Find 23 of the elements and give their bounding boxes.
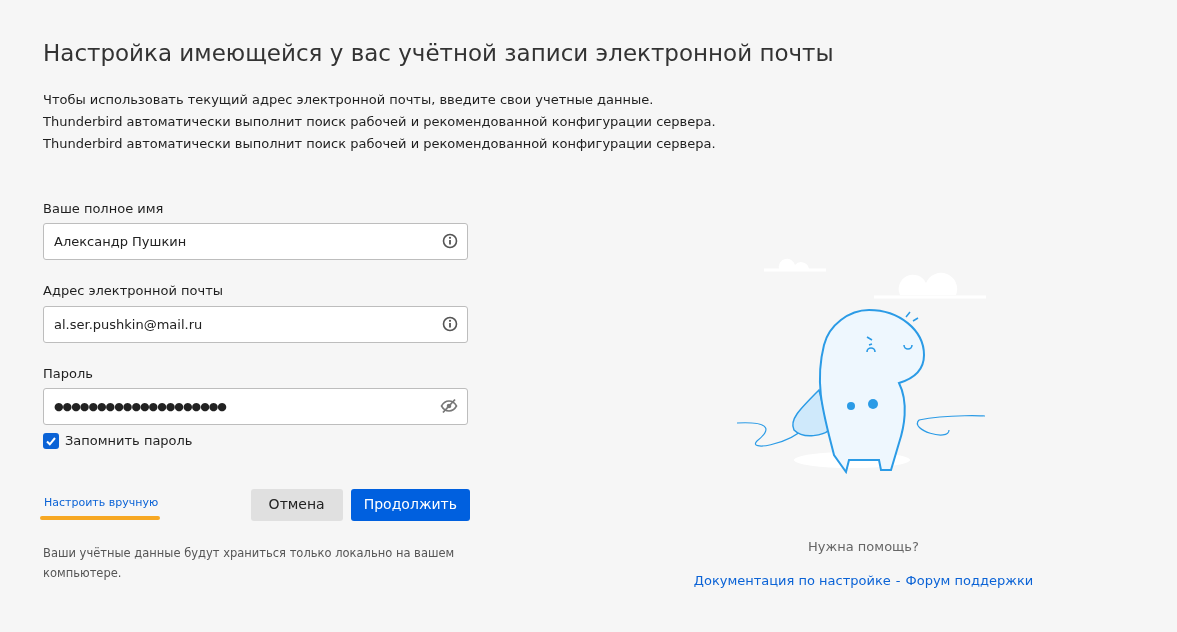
- checkbox-label: Запомнить пароль: [65, 432, 193, 450]
- checkbox[interactable]: [43, 432, 59, 449]
- support-forum-link[interactable]: Форум поддержки: [905, 570, 1034, 590]
- field-label: Пароль: [43, 364, 93, 383]
- storage-note: Ваши учётные данные будут храниться только локально на вашем компьютере.: [43, 544, 456, 582]
- cancel-button[interactable]: Отмена: [250, 488, 343, 521]
- description-line: Thunderbird автоматически выполнит поиск рабочей и рекомендованной конфигурации сервера.: [43, 112, 716, 131]
- info-icon[interactable]: [442, 315, 458, 332]
- documentation-link[interactable]: Документация по настройке: [693, 570, 891, 590]
- field-label: Ваше полное имя: [43, 199, 164, 218]
- continue-button[interactable]: Продолжить: [350, 488, 470, 521]
- info-icon[interactable]: [442, 233, 458, 249]
- link-separator: -: [895, 571, 901, 590]
- input-field[interactable]: Александр Пушкин: [43, 223, 468, 260]
- hidden-eye-icon[interactable]: [440, 398, 458, 414]
- field-label: Адрес электронной почты: [43, 282, 223, 300]
- password-field[interactable]: ●●●●●●●●●●●●●●●●●●●●: [43, 388, 468, 425]
- help-question: Нужна помощь?: [808, 538, 919, 556]
- description-line: Чтобы использовать текущий адрес электронной почты, введите свои учетные данные.: [43, 90, 654, 109]
- page-title: Настройка имеющейся у вас учётной записи электронной почты: [43, 39, 834, 68]
- manual-setup-link[interactable]: Настроить вручную: [44, 494, 160, 512]
- input-field[interactable]: al.ser.pushkin@mail.ru: [43, 305, 468, 343]
- description-line: Thunderbird автоматически выполнит поиск рабочей и рекомендованной конфигурации сервера.: [43, 134, 716, 153]
